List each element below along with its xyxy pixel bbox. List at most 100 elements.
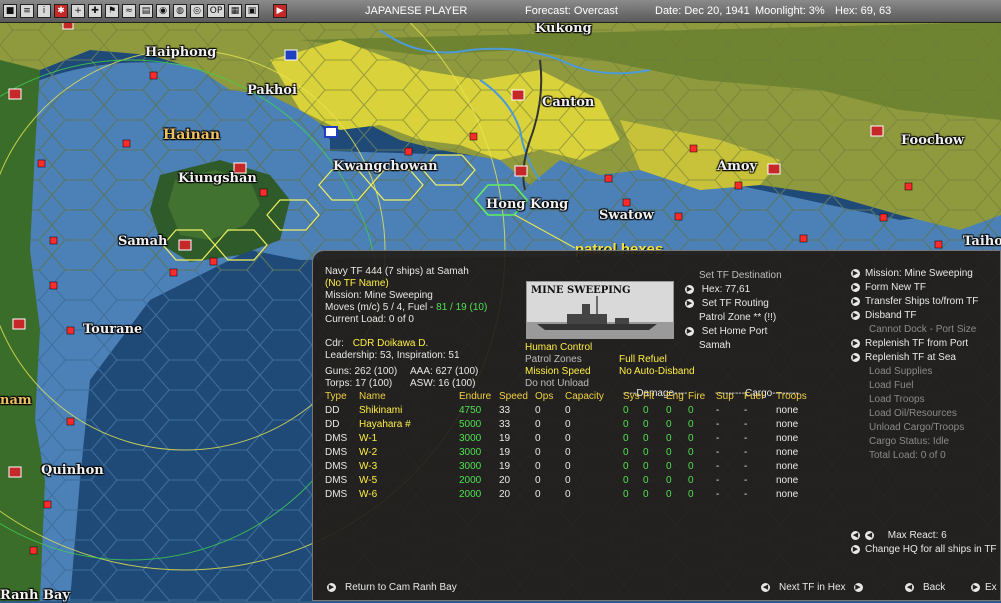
- col-sys[interactable]: Sys: [623, 389, 643, 403]
- change-hq-label: Change HQ for all ships in TF: [865, 544, 997, 555]
- patrol-zones-button[interactable]: Patrol Zones: [525, 354, 582, 366]
- col-eng[interactable]: Eng: [666, 389, 688, 403]
- sun-flag-icon[interactable]: ✱: [54, 4, 68, 18]
- cell-name[interactable]: W-5: [359, 473, 459, 487]
- destination-hex-label: Hex: 77,61: [701, 284, 751, 295]
- info-icon[interactable]: i: [37, 4, 51, 18]
- col-flt[interactable]: Flt: [643, 389, 666, 403]
- prev-tf-arrow-icon[interactable]: ◀: [761, 582, 770, 592]
- next-tf-button[interactable]: ◀ Next TF in Hex ▶: [761, 582, 868, 594]
- transfer-ships-button[interactable]: ▶ Transfer Ships to/from TF: [851, 296, 978, 308]
- table-icon[interactable]: ▦: [228, 4, 242, 18]
- next-tf-arrow-icon[interactable]: ▶: [853, 582, 863, 592]
- globe-icon[interactable]: ◉: [156, 4, 170, 18]
- exit-button[interactable]: ▶ Ex: [971, 582, 997, 594]
- cell-name[interactable]: Hayahara #: [359, 417, 459, 431]
- set-tf-destination-button[interactable]: Set TF Destination: [699, 270, 782, 282]
- next-tf-label: Next TF in Hex: [779, 582, 846, 593]
- return-button[interactable]: ▶ Return to Cam Ranh Bay: [327, 582, 457, 594]
- disband-tf-button[interactable]: ▶ Disband TF: [851, 310, 917, 322]
- cell-endure: 5000: [459, 418, 482, 430]
- ship-icon[interactable]: ≈: [122, 4, 136, 18]
- no-auto-disband-toggle[interactable]: No Auto-Disband: [619, 366, 695, 378]
- cell-fuel: -: [744, 446, 748, 458]
- col-type[interactable]: Type: [325, 389, 359, 403]
- cdr-name[interactable]: CDR Doikawa D.: [353, 338, 429, 349]
- col-fire[interactable]: Fire: [688, 389, 716, 403]
- cell-flt: 0: [643, 404, 649, 416]
- col-speed[interactable]: Speed: [499, 389, 535, 403]
- cell-name[interactable]: W-1: [359, 431, 459, 445]
- cell-flt: 0: [643, 446, 649, 458]
- col-fuel[interactable]: Fuel: [744, 389, 776, 403]
- cell-endure: 3000: [459, 432, 482, 444]
- col-ops[interactable]: Ops: [535, 389, 565, 403]
- cell-speed: 20: [499, 474, 511, 486]
- table-row[interactable]: DMS W-5 2000 20 0 0 0 0 0 0- - none: [325, 473, 826, 487]
- cell-type: DMS: [325, 432, 348, 444]
- play-icon[interactable]: ▶: [273, 4, 287, 18]
- place-pakhoi: Pakhoi: [247, 83, 297, 98]
- speaker-icon[interactable]: ◀: [851, 530, 860, 540]
- human-control-toggle[interactable]: Human Control: [525, 342, 592, 354]
- back-button[interactable]: ◀ Back: [905, 582, 945, 594]
- cell-ops: 0: [535, 474, 541, 486]
- plane-icon[interactable]: +: [71, 4, 85, 18]
- cell-name[interactable]: Shikinami: [359, 403, 459, 417]
- form-new-tf-button[interactable]: ▶ Form New TF: [851, 282, 926, 294]
- cell-ops: 0: [535, 446, 541, 458]
- cell-fire: 0: [688, 474, 694, 486]
- col-capacity[interactable]: Capacity: [565, 389, 623, 403]
- col-name[interactable]: Name: [359, 389, 459, 403]
- arrow-left-icon[interactable]: ◀: [865, 530, 874, 540]
- home-port-value: Samah: [699, 340, 731, 351]
- table-row[interactable]: DMS W-2 3000 19 0 0 0 0 0 0 - - none: [325, 445, 826, 459]
- mission-menu-item[interactable]: ▶ Mission: Mine Sweeping: [851, 268, 973, 280]
- arrow-left-icon: ◀: [905, 582, 914, 592]
- table-row[interactable]: DD Hayahara #5000 33 0 0 0 0 0 0 - - none: [325, 417, 826, 431]
- table-row[interactable]: DMS W-3 3000 19 0 0 0 0 0 0 - - none: [325, 459, 826, 473]
- flag-icon[interactable]: ⚑: [105, 4, 119, 18]
- col-sup[interactable]: Sup: [716, 389, 744, 403]
- tf-title[interactable]: Navy TF 444 (7 ships) at Samah: [325, 266, 469, 278]
- col-endure[interactable]: Endure: [459, 389, 499, 403]
- mission-speed-toggle[interactable]: Mission Speed: [525, 366, 591, 378]
- place-taihol: Taihol: [963, 234, 1001, 249]
- col-troops[interactable]: Troops: [776, 389, 826, 403]
- cell-fire: 0: [688, 446, 694, 458]
- cell-eng: 0: [666, 418, 672, 430]
- cross-icon[interactable]: ✚: [88, 4, 102, 18]
- cell-ops: 0: [535, 488, 541, 500]
- list-icon[interactable]: ≡: [20, 4, 34, 18]
- screen-icon[interactable]: ▣: [245, 4, 259, 18]
- target-icon[interactable]: ◎: [190, 4, 204, 18]
- full-refuel-toggle[interactable]: Full Refuel: [619, 354, 667, 366]
- ship-rows: DD Shikinami 4750 33 0 0 0 0 0 0 - - none DD Hayahara …: [325, 403, 826, 501]
- earth-icon[interactable]: ◍: [173, 4, 187, 18]
- arrow-icon: ▶: [851, 352, 860, 362]
- replenish-port-button[interactable]: ▶ Replenish TF from Port: [851, 338, 968, 350]
- table-row[interactable]: DMS W-1 3000 19 0 0 0 0 0 0 - - none: [325, 431, 826, 445]
- arrow-icon: ▶: [851, 310, 860, 320]
- cell-name[interactable]: W-3: [359, 459, 459, 473]
- set-home-port-button[interactable]: ▶ Set Home Port: [685, 326, 767, 338]
- change-hq-button[interactable]: ▶ Change HQ for all ships in TF: [851, 544, 997, 556]
- replenish-sea-button[interactable]: ▶ Replenish TF at Sea: [851, 352, 956, 364]
- cell-eng: 0: [666, 488, 672, 500]
- return-label: Return to Cam Ranh Bay: [345, 582, 457, 593]
- cell-fire: 0: [688, 418, 694, 430]
- table-row[interactable]: DMS W-6 2000 20 0 0 0 0 0 0- - none: [325, 487, 826, 501]
- cell-sup: -: [716, 474, 720, 486]
- table-row[interactable]: DD Shikinami 4750 33 0 0 0 0 0 0 - - none: [325, 403, 826, 417]
- square-icon[interactable]: ■: [3, 4, 17, 18]
- cell-name[interactable]: W-6: [359, 487, 459, 501]
- tf-name[interactable]: (No TF Name): [325, 278, 389, 290]
- set-tf-routing-button[interactable]: ▶ Set TF Routing: [685, 298, 769, 310]
- arrow-icon: ▶: [327, 582, 336, 592]
- cell-name[interactable]: W-2: [359, 445, 459, 459]
- grid-icon[interactable]: ▤: [139, 4, 153, 18]
- cell-fire: 0: [688, 460, 694, 472]
- max-react-control[interactable]: ◀ ◀ Max React: 6: [851, 530, 947, 542]
- cell-ops: 0: [535, 418, 541, 430]
- op-icon[interactable]: OP: [207, 4, 225, 18]
